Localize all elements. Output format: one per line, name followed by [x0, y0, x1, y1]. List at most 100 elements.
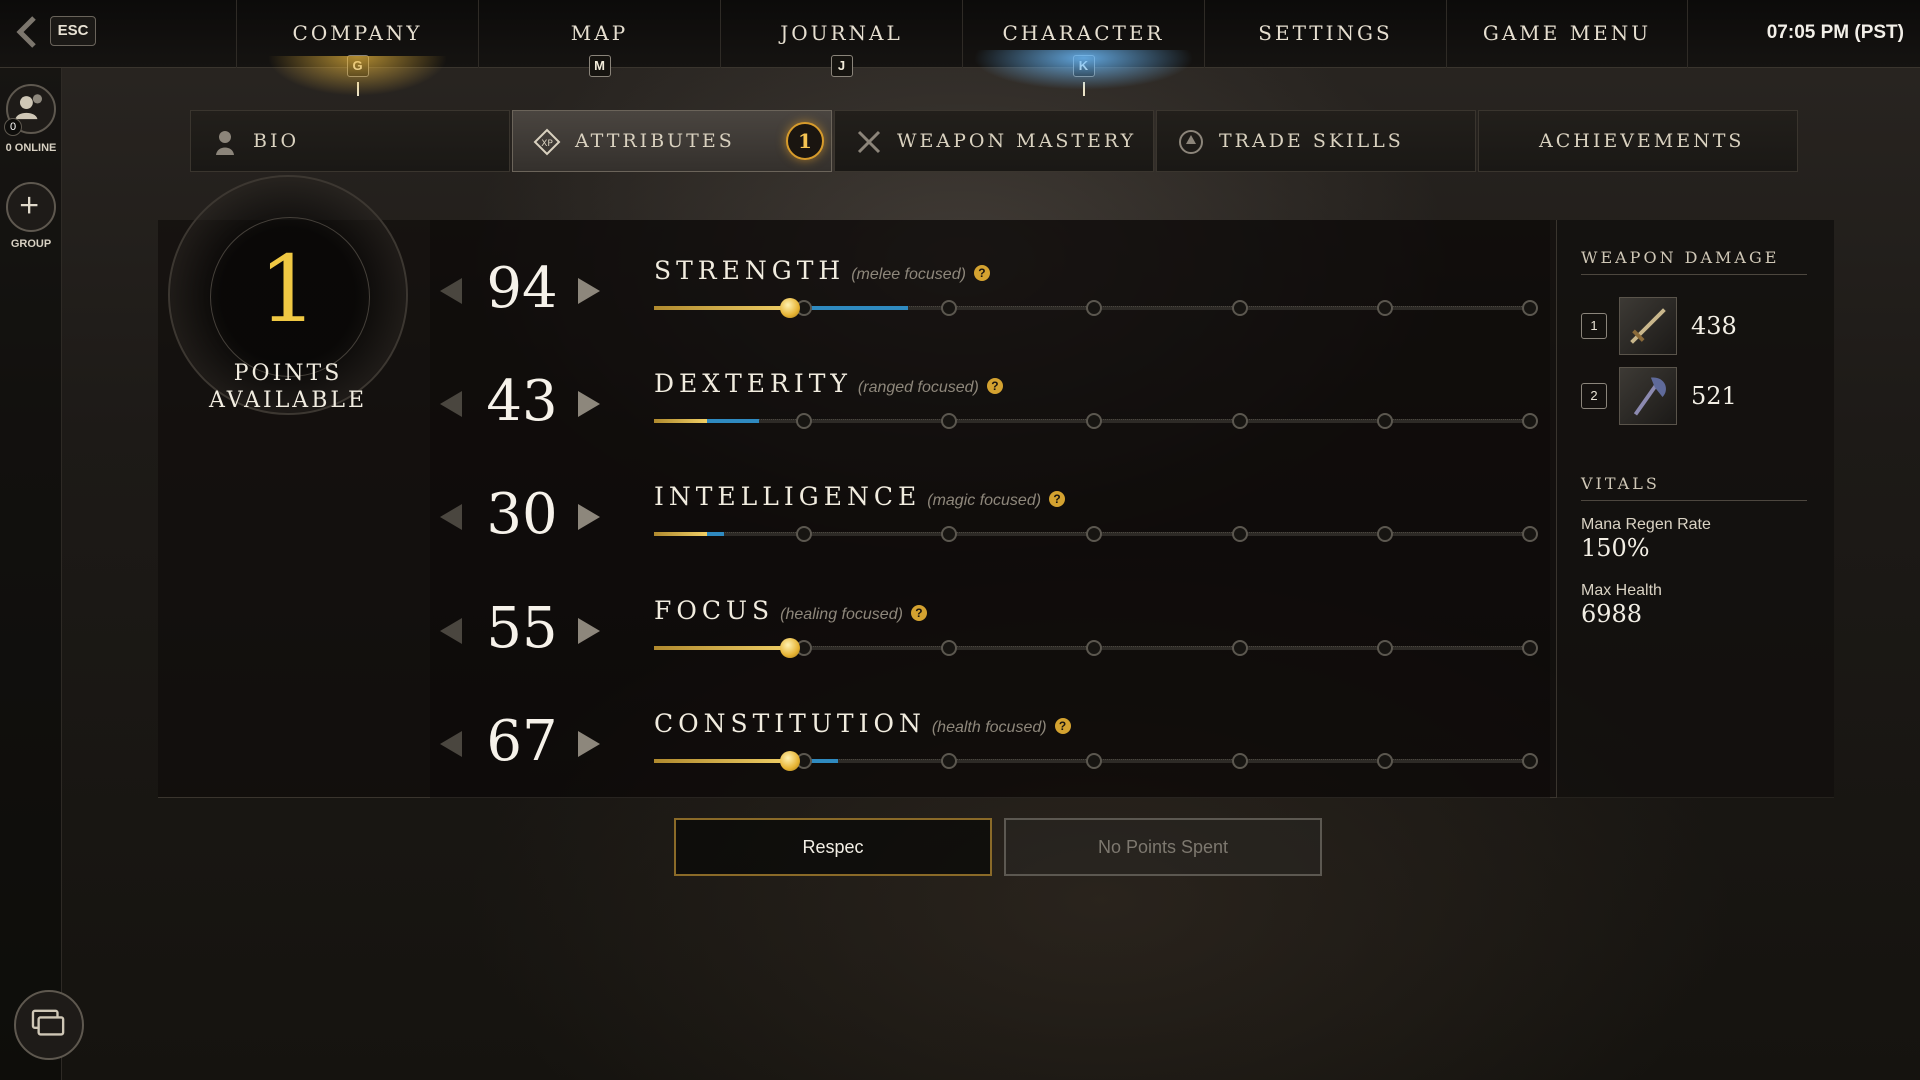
tab-character-label: CHARACTER	[1002, 21, 1165, 45]
chat-icon	[31, 1009, 65, 1036]
decrease-arrow-icon[interactable]	[436, 500, 466, 534]
attribute-progress-track[interactable]	[654, 298, 1538, 318]
back-arrow-icon[interactable]	[12, 14, 42, 50]
esc-key-button[interactable]: ESC	[50, 16, 96, 46]
milestone-node	[1086, 413, 1103, 429]
attribute-name-text: CONSTITUTION	[654, 709, 926, 738]
stats-side-panel: WEAPON DAMAGE 1 438 2 521 VITALS Mana Re…	[1556, 220, 1834, 798]
attribute-name-text: DEXTERITY	[654, 369, 852, 398]
weapon-2-damage: 521	[1691, 382, 1737, 410]
base-fill	[654, 532, 707, 536]
axe-icon[interactable]	[1619, 367, 1677, 425]
milestone-node	[941, 640, 958, 656]
plus-icon	[20, 196, 38, 214]
milestone-node	[1522, 413, 1538, 429]
attribute-name-text: INTELLIGENCE	[654, 482, 922, 511]
attribute-row-dexterity: 43 DEXTERITY (ranged focused)?	[430, 359, 1550, 455]
milestone-node	[1376, 526, 1393, 542]
decrease-arrow-icon[interactable]	[436, 614, 466, 648]
increase-arrow-icon[interactable]	[574, 500, 604, 534]
points-available-caption: POINTS AVAILABLE	[168, 360, 408, 414]
no-points-spent-button: No Points Spent	[1004, 818, 1322, 876]
attribute-list: 94 STRENGTH (melee focused)? 43 DEXTERITY (ra…	[430, 220, 1550, 798]
points-caption-line1: POINTS	[233, 361, 343, 386]
tab-character[interactable]: CHARACTER K	[962, 0, 1204, 96]
tab-journal[interactable]: JOURNAL J	[720, 0, 962, 77]
points-caption-line2: AVAILABLE	[208, 388, 368, 413]
milestone-node	[1086, 300, 1103, 316]
subtab-weapon-mastery[interactable]: WEAPON MASTERY	[834, 110, 1154, 172]
base-fill	[654, 306, 790, 310]
attribute-name-text: STRENGTH	[654, 256, 846, 285]
subtab-bio[interactable]: BIO	[190, 110, 510, 172]
attribute-slider-thumb[interactable]	[779, 298, 800, 318]
tab-settings-label: SETTINGS	[1258, 21, 1393, 45]
attribute-value: 43	[486, 369, 558, 434]
svg-text:XP: XP	[541, 139, 553, 149]
milestone-node	[1231, 413, 1248, 429]
milestone-node	[1086, 753, 1103, 769]
increase-arrow-icon[interactable]	[574, 274, 604, 308]
weapon-slot-2: 2	[1581, 383, 1607, 409]
decrease-arrow-icon[interactable]	[436, 387, 466, 421]
decrease-arrow-icon[interactable]	[436, 727, 466, 761]
mana-regen-value: 150%	[1581, 534, 1650, 562]
tab-company[interactable]: COMPANY G	[236, 0, 478, 96]
milestone-node	[941, 753, 958, 769]
tab-map-label: MAP	[570, 21, 629, 45]
person-icon	[216, 131, 234, 155]
subtab-achievements[interactable]: ACHIEVEMENTS	[1478, 110, 1798, 172]
base-fill	[654, 419, 707, 423]
milestone-node	[1231, 526, 1248, 542]
attribute-focus-hint: (ranged focused)	[857, 379, 979, 396]
help-icon[interactable]: ?	[973, 265, 990, 281]
attribute-focus-hint: (melee focused)	[851, 266, 966, 283]
online-label: 0 ONLINE	[5, 142, 57, 154]
chat-button[interactable]	[14, 990, 84, 1060]
weapon-1-damage: 438	[1691, 312, 1737, 340]
max-health-value: 6988	[1581, 600, 1643, 628]
xp-diamond-icon: XP	[533, 128, 561, 156]
attribute-slider-thumb[interactable]	[779, 638, 800, 658]
attribute-progress-track[interactable]	[654, 638, 1538, 658]
weapon-slot-1: 1	[1581, 313, 1607, 339]
tab-settings[interactable]: SETTINGS	[1204, 0, 1446, 68]
subtab-trade-skills[interactable]: TRADE SKILLS	[1156, 110, 1476, 172]
milestone-node	[1086, 640, 1103, 656]
subtab-bio-label: BIO	[253, 130, 300, 152]
milestone-node	[1522, 640, 1538, 656]
subtab-trade-skills-label: TRADE SKILLS	[1219, 130, 1404, 152]
subtab-attributes[interactable]: XP ATTRIBUTES	[512, 110, 832, 172]
attribute-row-intelligence: 30 INTELLIGENCE (magic focused)?	[430, 472, 1550, 568]
group-button[interactable]	[6, 182, 56, 232]
attribute-value: 67	[486, 709, 558, 774]
help-icon[interactable]: ?	[910, 605, 927, 621]
increase-arrow-icon[interactable]	[574, 727, 604, 761]
increase-arrow-icon[interactable]	[574, 614, 604, 648]
attribute-progress-track[interactable]	[654, 526, 1538, 542]
online-count-badge: 0	[4, 118, 22, 136]
attribute-row-strength: 94 STRENGTH (melee focused)?	[430, 246, 1550, 342]
tab-game-menu[interactable]: GAME MENU	[1446, 0, 1688, 68]
attribute-slider-thumb[interactable]	[779, 751, 800, 771]
help-icon[interactable]: ?	[986, 378, 1003, 394]
subtab-achievements-label: ACHIEVEMENTS	[1539, 130, 1745, 152]
attribute-value: 55	[486, 596, 558, 661]
sword-icon[interactable]	[1619, 297, 1677, 355]
increase-arrow-icon[interactable]	[574, 387, 604, 421]
tab-company-indicator	[356, 82, 359, 96]
respec-button[interactable]: Respec	[674, 818, 992, 876]
help-icon[interactable]: ?	[1054, 718, 1071, 734]
subtab-attributes-label: ATTRIBUTES	[575, 130, 735, 152]
attribute-progress-track[interactable]	[654, 413, 1538, 429]
tab-map-hotkey: M	[588, 55, 611, 77]
tab-map[interactable]: MAP M	[478, 0, 720, 77]
left-rail: 0 0 ONLINE GROUP	[0, 68, 62, 1080]
group-label: GROUP	[10, 238, 52, 250]
attribute-progress-track[interactable]	[654, 751, 1538, 771]
clock: 07:05 PM (PST)	[1766, 22, 1904, 43]
attribute-value: 30	[486, 482, 558, 547]
help-icon[interactable]: ?	[1049, 491, 1066, 507]
decrease-arrow-icon[interactable]	[436, 274, 466, 308]
attribute-name: STRENGTH (melee focused)?	[654, 256, 990, 285]
